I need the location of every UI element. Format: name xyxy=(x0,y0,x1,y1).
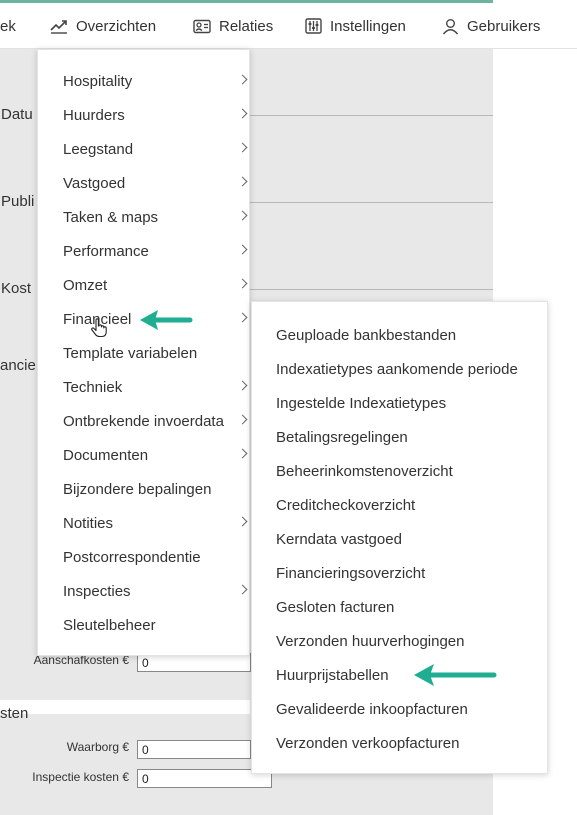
inspectie-kosten-label: Inspectie kosten € xyxy=(32,770,129,784)
menu-item-omzet[interactable]: Omzet xyxy=(63,268,248,302)
menu-item-ontbrekende-invoerdata[interactable]: Ontbrekende invoerdata xyxy=(63,404,248,438)
bg-section-financieel: ancie xyxy=(0,357,36,374)
menu-item-label: Leegstand xyxy=(63,140,134,158)
menu-item-label: Bijzondere bepalingen xyxy=(63,480,212,498)
contact-card-icon xyxy=(193,19,211,33)
chevron-right-icon xyxy=(237,176,248,187)
menu-item-inspecties[interactable]: Inspecties xyxy=(63,574,248,608)
menu-item-template-variabelen[interactable]: Template variabelen xyxy=(63,336,238,370)
menu-item-label: Notities xyxy=(63,514,114,532)
submenu-item-indexatietypes-aankomende-periode[interactable]: Indexatietypes aankomende periode xyxy=(276,352,518,386)
menu-item-label: Documenten xyxy=(63,446,149,464)
waarborg-label: Waarborg € xyxy=(66,740,129,754)
submenu-item-financieringsoverzicht[interactable]: Financieringsoverzicht xyxy=(276,556,425,590)
waarborg-input[interactable] xyxy=(137,740,251,759)
menu-item-label: Inspecties xyxy=(63,582,131,600)
menu-item-documenten[interactable]: Documenten xyxy=(63,438,248,472)
nav-item-gebruikers[interactable]: Gebruikers xyxy=(442,3,540,49)
nav-item-partial[interactable]: ek xyxy=(0,3,16,49)
hand-pointer-icon xyxy=(91,318,107,338)
bg-label-kosten: Kost xyxy=(1,280,32,297)
menu-item-techniek[interactable]: Techniek xyxy=(63,370,248,404)
divider xyxy=(250,289,493,290)
chevron-right-icon xyxy=(237,516,248,527)
bg-section-kosten: sten xyxy=(0,705,29,722)
annotation-arrow-icon xyxy=(414,664,497,686)
bg-label-publicatie: Publi xyxy=(1,193,35,210)
section-gap xyxy=(0,700,250,714)
bg-label-datum: Datu xyxy=(1,106,33,123)
chevron-right-icon xyxy=(237,142,248,153)
menu-item-performance[interactable]: Performance xyxy=(63,234,248,268)
menu-item-postcorrespondentie[interactable]: Postcorrespondentie xyxy=(63,540,238,574)
menu-item-leegstand[interactable]: Leegstand xyxy=(63,132,248,166)
submenu-item-beheerinkomstenoverzicht[interactable]: Beheerinkomstenoverzicht xyxy=(276,454,453,488)
annotation-arrow-icon xyxy=(140,310,193,330)
chevron-right-icon xyxy=(237,108,248,119)
menu-item-taken-maps[interactable]: Taken & maps xyxy=(63,200,248,234)
submenu-item-verzonden-verkoopfacturen[interactable]: Verzonden verkoopfacturen xyxy=(276,726,459,760)
chevron-right-icon xyxy=(237,74,248,85)
menu-item-sleutelbeheer[interactable]: Sleutelbeheer xyxy=(63,608,238,642)
chevron-right-icon xyxy=(237,414,248,425)
menu-item-label: Ontbrekende invoerdata xyxy=(63,412,224,430)
menu-item-label: Performance xyxy=(63,242,149,260)
menu-item-label: Taken & maps xyxy=(63,208,159,226)
submenu-item-ingestelde-indexatietypes[interactable]: Ingestelde Indexatietypes xyxy=(276,386,446,420)
menu-item-label: Hospitality xyxy=(63,72,133,90)
chevron-right-icon xyxy=(237,448,248,459)
chevron-right-icon xyxy=(237,380,248,391)
menu-item-huurders[interactable]: Huurders xyxy=(63,98,248,132)
menu-item-label: Huurders xyxy=(63,106,125,124)
nav-label: ek xyxy=(0,17,16,35)
menu-item-label: Vastgoed xyxy=(63,174,126,192)
chevron-right-icon xyxy=(237,584,248,595)
submenu-item-betalingsregelingen[interactable]: Betalingsregelingen xyxy=(276,420,408,454)
trend-chart-icon xyxy=(50,20,67,34)
menu-item-label: Template variabelen xyxy=(63,344,198,362)
sliders-icon xyxy=(305,18,322,34)
menu-item-label: Omzet xyxy=(63,276,108,294)
nav-label: Overzichten xyxy=(76,17,157,35)
submenu-item-geuploade-bankbestanden[interactable]: Geuploade bankbestanden xyxy=(276,318,456,352)
chevron-right-icon xyxy=(237,244,248,255)
user-icon xyxy=(442,18,459,34)
menu-item-label: Sleutelbeheer xyxy=(63,616,156,634)
nav-item-overzichten[interactable]: Overzichten xyxy=(50,3,156,49)
nav-item-instellingen[interactable]: Instellingen xyxy=(305,3,406,49)
submenu-item-huurprijstabellen[interactable]: Huurprijstabellen xyxy=(276,658,389,692)
divider xyxy=(250,202,493,203)
menu-item-vastgoed[interactable]: Vastgoed xyxy=(63,166,248,200)
chevron-right-icon xyxy=(237,312,248,323)
chevron-right-icon xyxy=(237,278,248,289)
menu-item-label: Techniek xyxy=(63,378,123,396)
nav-label: Gebruikers xyxy=(467,17,541,35)
top-navigation: ek Overzichten Relaties Instellingen Geb… xyxy=(0,3,577,49)
nav-label: Instellingen xyxy=(330,17,406,35)
menu-item-label: Postcorrespondentie xyxy=(63,548,201,566)
menu-item-hospitality[interactable]: Hospitality xyxy=(63,64,248,98)
submenu-item-creditcheckoverzicht[interactable]: Creditcheckoverzicht xyxy=(276,488,415,522)
submenu-item-gevalideerde-inkoopfacturen[interactable]: Gevalideerde inkoopfacturen xyxy=(276,692,468,726)
menu-item-bijzondere-bepalingen[interactable]: Bijzondere bepalingen xyxy=(63,472,238,506)
overzichten-dropdown-menu: Hospitality Huurders Leegstand Vastgoed … xyxy=(37,49,250,656)
nav-label: Relaties xyxy=(219,17,274,35)
menu-item-notities[interactable]: Notities xyxy=(63,506,248,540)
divider xyxy=(250,115,493,116)
submenu-item-gesloten-facturen[interactable]: Gesloten facturen xyxy=(276,590,394,624)
financieel-submenu: Geuploade bankbestanden Indexatietypes a… xyxy=(251,301,548,774)
submenu-item-kerndata-vastgoed[interactable]: Kerndata vastgoed xyxy=(276,522,402,556)
chevron-right-icon xyxy=(237,210,248,221)
nav-item-relaties[interactable]: Relaties xyxy=(193,3,273,49)
submenu-item-verzonden-huurverhogingen[interactable]: Verzonden huurverhogingen xyxy=(276,624,464,658)
